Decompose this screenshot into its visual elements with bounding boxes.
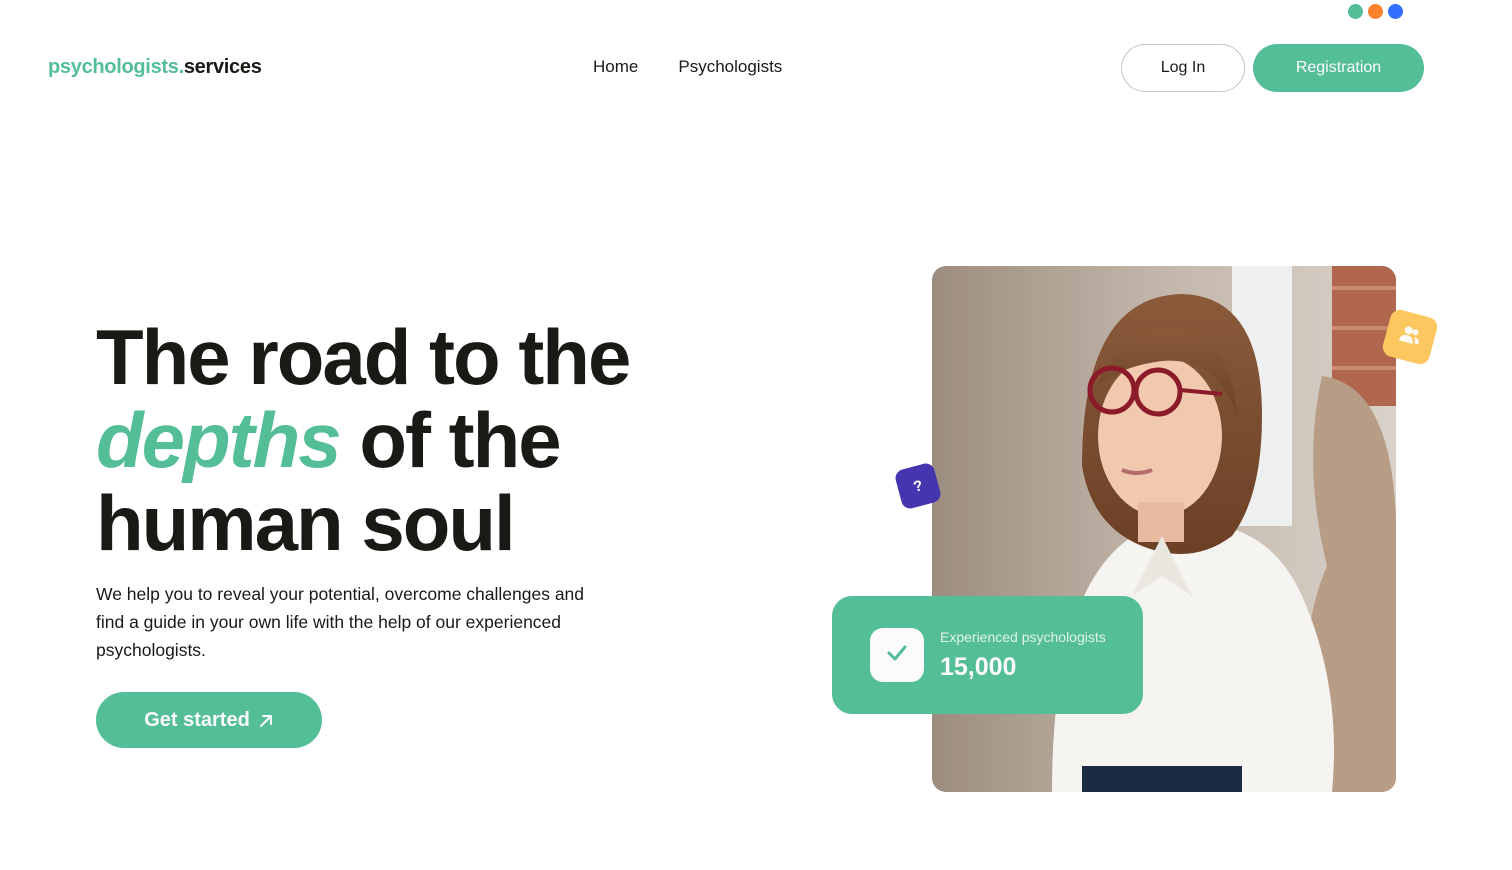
main-nav: Home Psychologists <box>593 57 782 77</box>
stat-value: 15,000 <box>940 652 1017 681</box>
theme-switcher <box>1348 4 1403 19</box>
theme-dot-orange[interactable] <box>1368 4 1383 19</box>
check-badge <box>870 628 924 682</box>
hero-title: The road to the depths of the human soul <box>96 316 716 565</box>
logo-accent: psychologists. <box>48 56 184 78</box>
experienced-psychologists-card: Experienced psychologists 15,000 <box>832 596 1143 714</box>
hero-description: We help you to reveal your potential, ov… <box>96 584 585 660</box>
get-started-button[interactable]: Get started <box>96 692 322 748</box>
registration-button[interactable]: Registration <box>1253 44 1424 92</box>
get-started-label: Get started <box>144 708 250 731</box>
theme-dot-green[interactable] <box>1348 4 1363 19</box>
nav-psychologists[interactable]: Psychologists <box>678 57 782 77</box>
logo[interactable]: psychologists.services <box>48 56 262 79</box>
hero-title-line1: The road to the <box>96 313 631 401</box>
theme-dot-blue[interactable] <box>1388 4 1403 19</box>
hero-title-line2: of the <box>339 396 561 484</box>
stat-label: Experienced psychologists <box>940 628 1106 645</box>
question-mark: ? <box>911 476 925 496</box>
page: psychologists.services Home Psychologist… <box>0 0 1512 870</box>
login-button[interactable]: Log In <box>1121 44 1245 92</box>
nav-home[interactable]: Home <box>593 57 638 77</box>
arrow-up-right-icon <box>258 712 274 728</box>
users-icon <box>1396 323 1423 351</box>
check-icon <box>886 644 908 667</box>
hero-title-accent: depths <box>96 396 342 484</box>
hero-title-line3: human soul <box>96 479 516 567</box>
logo-rest: services <box>183 56 262 78</box>
